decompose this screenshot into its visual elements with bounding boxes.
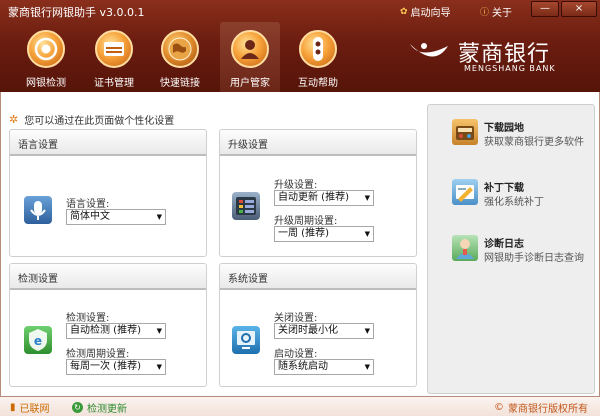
refresh-icon: ↻ (72, 402, 83, 413)
header-bar: 蒙商银行网银助手 v3.0.0.1 ✿ 启动向导 ⓘ 关于 — × 网银检测 证… (0, 0, 600, 92)
copyright-icon: © (494, 402, 504, 413)
help-icon (299, 30, 337, 68)
download-title: 下载园地 (484, 123, 524, 134)
startup-setting-value: 随系统启动 (278, 361, 328, 372)
chevron-down-icon: ▼ (364, 194, 370, 202)
sparkle-icon: ✲ (9, 113, 19, 126)
upgrade-list-icon (232, 192, 260, 220)
nav-label: 快速链接 (160, 78, 200, 89)
nav-label: 用户管家 (230, 78, 270, 89)
upgrade-period-value: 一周 (推荐) (278, 228, 329, 239)
patch-subtitle: 强化系统补丁 (484, 197, 544, 208)
language-select[interactable]: 简体中文 ▼ (66, 209, 166, 225)
close-setting-select[interactable]: 关闭时最小化 ▼ (274, 323, 374, 339)
download-area-link[interactable]: 下载园地 获取蒙商银行更多软件 (452, 119, 592, 159)
detect-period-select[interactable]: 每周一次 (推荐) ▼ (66, 359, 166, 375)
startup-guide-link[interactable]: ✿ 启动向导 (400, 4, 451, 20)
language-label: 语言设置: (66, 199, 110, 210)
copyright: © 蒙商银行版权所有 (494, 400, 588, 415)
panel-title: 升级设置 (220, 130, 416, 156)
language-settings-panel: 语言设置 语言设置: 简体中文 ▼ (9, 129, 207, 257)
system-settings-panel: 系统设置 关闭设置: 关闭时最小化 ▼ 启动设置: 随系统启动 ▼ (219, 263, 417, 387)
download-icon (452, 119, 478, 145)
nav-label: 证书管理 (94, 78, 134, 89)
diagnostic-title: 诊断日志 (484, 239, 524, 250)
target-icon (27, 30, 65, 68)
chevron-down-icon: ▼ (156, 363, 162, 371)
close-button[interactable]: × (561, 1, 597, 17)
upgrade-select[interactable]: 自动更新 (推荐) ▼ (274, 190, 374, 206)
nav-item-interactive-help[interactable]: 互动帮助 (288, 30, 348, 92)
about-link[interactable]: ⓘ 关于 (480, 4, 512, 19)
network-status: ▮ 已联网 (10, 400, 50, 415)
patch-icon (452, 179, 478, 205)
network-bars-icon: ▮ (10, 402, 16, 413)
patch-download-link[interactable]: 补丁下载 强化系统补丁 (452, 179, 592, 219)
bank-logo-icon (410, 43, 448, 57)
content-area: ✲ 您可以通过在此页面做个性化设置 语言设置 语言设置: 简体中文 ▼ 升级设置… (0, 92, 600, 396)
startup-guide-label: 启动向导 (410, 8, 451, 19)
language-value: 简体中文 (70, 211, 110, 222)
certificate-icon (95, 30, 133, 68)
microphone-icon (24, 196, 52, 224)
upgrade-period-label: 升级周期设置: (274, 216, 338, 227)
detect-value: 自动检测 (推荐) (70, 325, 141, 336)
brand-logo: 蒙商银行 MENGSHANG BANK (408, 34, 598, 74)
brand-name-en: MENGSHANG BANK (464, 64, 556, 73)
chevron-down-icon: ▼ (364, 363, 370, 371)
chevron-down-icon: ▼ (364, 230, 370, 238)
globe-icon (161, 30, 199, 68)
status-bar: ▮ 已联网 ↻ 检测更新 © 蒙商银行版权所有 (0, 396, 600, 416)
monitor-icon (232, 326, 260, 354)
panel-title: 检测设置 (10, 264, 206, 290)
close-setting-label: 关闭设置: (274, 313, 318, 324)
upgrade-settings-panel: 升级设置 升级设置: 自动更新 (推荐) ▼ 升级周期设置: 一周 (推荐) ▼ (219, 129, 417, 257)
panel-title: 语言设置 (10, 130, 206, 156)
panel-title: 系统设置 (220, 264, 416, 290)
network-status-text: 已联网 (19, 404, 50, 415)
app-title: 蒙商银行网银助手 v3.0.0.1 (8, 6, 145, 19)
upgrade-value: 自动更新 (推荐) (278, 192, 349, 203)
close-setting-value: 关闭时最小化 (278, 325, 338, 336)
info-icon: ⓘ (480, 8, 490, 18)
nav-label: 互动帮助 (298, 78, 338, 89)
nav-label: 网银检测 (26, 78, 66, 89)
user-icon (231, 30, 269, 68)
nav-item-bank-check[interactable]: 网银检测 (16, 30, 76, 92)
download-subtitle: 获取蒙商银行更多软件 (484, 137, 584, 148)
upgrade-period-select[interactable]: 一周 (推荐) ▼ (274, 226, 374, 242)
nav-item-user-manager[interactable]: 用户管家 (220, 22, 280, 92)
shield-icon: e (24, 326, 52, 354)
detect-period-value: 每周一次 (推荐) (70, 361, 141, 372)
chevron-down-icon: ▼ (156, 327, 162, 335)
startup-setting-select[interactable]: 随系统启动 ▼ (274, 359, 374, 375)
hint-text: 您可以通过在此页面做个性化设置 (24, 116, 175, 127)
check-update-link[interactable]: ↻ 检测更新 (72, 400, 127, 415)
detect-label: 检测设置: (66, 313, 110, 324)
detection-settings-panel: 检测设置 e 检测设置: 自动检测 (推荐) ▼ 检测周期设置: 每周一次 (推… (9, 263, 207, 387)
upgrade-label: 升级设置: (274, 180, 318, 191)
copyright-text: 蒙商银行版权所有 (508, 404, 588, 415)
minimize-button[interactable]: — (531, 1, 559, 17)
chevron-down-icon: ▼ (364, 327, 370, 335)
patch-title: 补丁下载 (484, 183, 524, 194)
diagnostic-subtitle: 网银助手诊断日志查询 (484, 253, 584, 264)
detect-period-label: 检测周期设置: (66, 349, 130, 360)
startup-setting-label: 启动设置: (274, 349, 318, 360)
diagnostic-icon (452, 235, 478, 261)
diagnostic-log-link[interactable]: 诊断日志 网银助手诊断日志查询 (452, 235, 592, 275)
detect-select[interactable]: 自动检测 (推荐) ▼ (66, 323, 166, 339)
svg-text:e: e (34, 334, 42, 348)
nav-item-quick-links[interactable]: 快速链接 (150, 30, 210, 92)
gear-icon: ✿ (400, 6, 408, 17)
check-update-text: 检测更新 (87, 404, 127, 415)
page-hint: ✲ 您可以通过在此页面做个性化设置 (9, 112, 174, 127)
about-label: 关于 (492, 8, 513, 19)
chevron-down-icon: ▼ (156, 213, 162, 221)
nav-item-certificate[interactable]: 证书管理 (84, 30, 144, 92)
resource-sidebar: 下载园地 获取蒙商银行更多软件 补丁下载 强化系统补丁 诊断日志 网银助手诊断日… (427, 104, 595, 394)
